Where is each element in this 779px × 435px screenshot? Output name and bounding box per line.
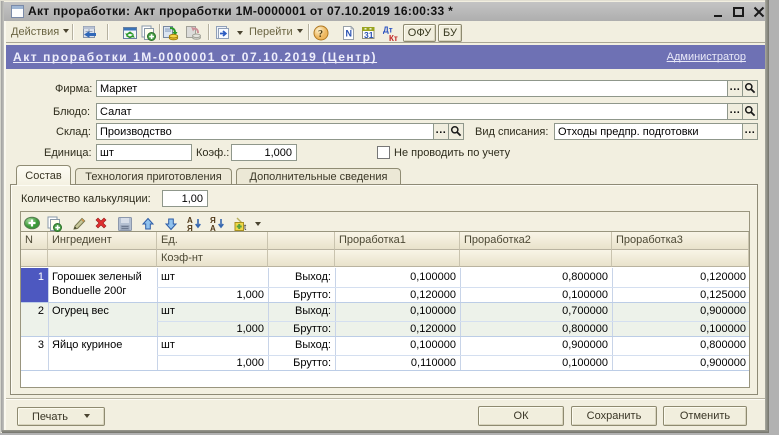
svg-text:Я: Я <box>187 224 193 232</box>
svg-text:t: t <box>244 223 247 232</box>
svg-text:31: 31 <box>364 30 374 40</box>
svg-text:N: N <box>346 29 353 39</box>
svg-text:А: А <box>210 224 216 232</box>
svg-text:Кт: Кт <box>389 34 398 42</box>
svg-text:?: ? <box>318 29 323 40</box>
